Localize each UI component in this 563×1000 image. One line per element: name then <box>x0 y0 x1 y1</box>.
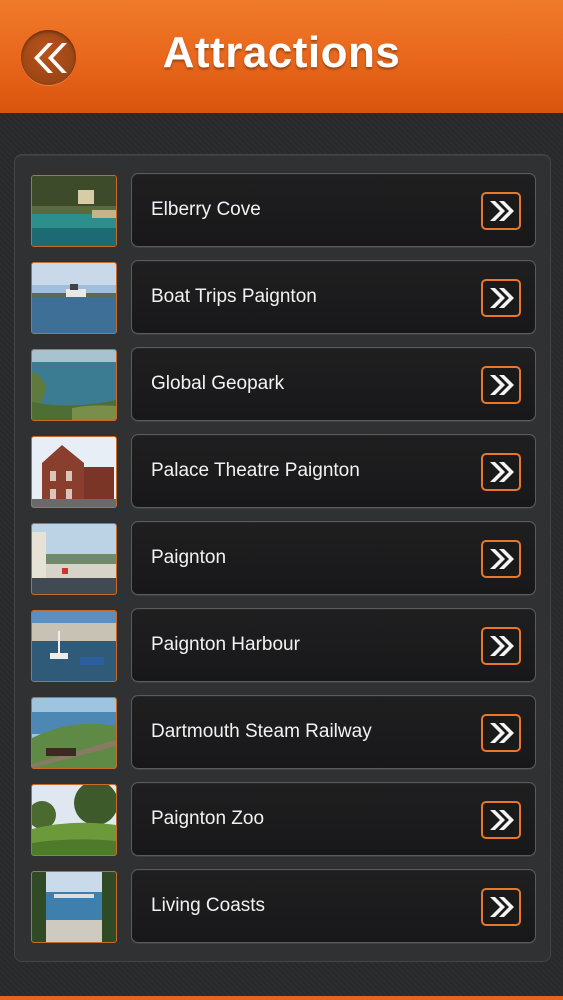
double-chevron-right-icon <box>490 375 514 395</box>
double-chevron-right-icon <box>490 810 514 830</box>
thumbnail-image <box>31 697 117 769</box>
open-button[interactable] <box>481 714 521 752</box>
list-item[interactable]: Dartmouth Steam Railway <box>31 695 536 769</box>
list-item[interactable]: Paignton Harbour <box>31 608 536 682</box>
open-button[interactable] <box>481 888 521 926</box>
attraction-button[interactable]: Paignton <box>131 521 536 595</box>
attraction-button[interactable]: Global Geopark <box>131 347 536 421</box>
open-button[interactable] <box>481 801 521 839</box>
list-item[interactable]: Elberry Cove <box>31 173 536 247</box>
attraction-label: Elberry Cove <box>151 199 261 220</box>
double-chevron-right-icon <box>490 288 514 308</box>
open-button[interactable] <box>481 366 521 404</box>
thumbnail-image <box>31 610 117 682</box>
attraction-label: Paignton Harbour <box>151 634 300 655</box>
thumbnail-image <box>31 436 117 508</box>
footer-accent-line <box>0 996 563 1000</box>
attraction-label: Living Coasts <box>151 895 266 916</box>
double-chevron-right-icon <box>490 636 514 656</box>
thumbnail-image <box>31 262 117 334</box>
attraction-label: Paignton Zoo <box>151 808 265 829</box>
attraction-button[interactable]: Living Coasts <box>131 869 536 943</box>
open-button[interactable] <box>481 192 521 230</box>
double-chevron-right-icon <box>490 897 514 917</box>
attraction-button[interactable]: Palace Theatre Paignton <box>131 434 536 508</box>
open-button[interactable] <box>481 453 521 491</box>
double-chevron-right-icon <box>490 723 514 743</box>
thumbnail-image <box>31 349 117 421</box>
thumbnail-image <box>31 175 117 247</box>
attraction-label: Global Geopark <box>151 373 285 394</box>
double-chevron-right-icon <box>490 549 514 569</box>
attraction-label: Boat Trips Paignton <box>151 286 317 307</box>
attraction-label: Palace Theatre Paignton <box>151 460 360 481</box>
attraction-button[interactable]: Paignton Harbour <box>131 608 536 682</box>
attraction-label: Dartmouth Steam Railway <box>151 721 372 742</box>
attractions-list: Elberry Cove Boat Trips Paignton Global … <box>14 154 551 962</box>
list-item[interactable]: Paignton Zoo <box>31 782 536 856</box>
thumbnail-image <box>31 784 117 856</box>
list-item[interactable]: Living Coasts <box>31 869 536 943</box>
thumbnail-image <box>31 871 117 943</box>
attraction-button[interactable]: Dartmouth Steam Railway <box>131 695 536 769</box>
list-item[interactable]: Global Geopark <box>31 347 536 421</box>
attraction-button[interactable]: Paignton Zoo <box>131 782 536 856</box>
attraction-label: Paignton <box>151 547 227 568</box>
open-button[interactable] <box>481 627 521 665</box>
page-title: Attractions <box>162 28 401 77</box>
attraction-button[interactable]: Boat Trips Paignton <box>131 260 536 334</box>
double-chevron-right-icon <box>490 462 514 482</box>
header-bar: Attractions <box>0 0 563 113</box>
list-item[interactable]: Boat Trips Paignton <box>31 260 536 334</box>
list-item[interactable]: Palace Theatre Paignton <box>31 434 536 508</box>
attraction-button[interactable]: Elberry Cove <box>131 173 536 247</box>
double-chevron-right-icon <box>490 201 514 221</box>
open-button[interactable] <box>481 279 521 317</box>
thumbnail-image <box>31 523 117 595</box>
open-button[interactable] <box>481 540 521 578</box>
list-item[interactable]: Paignton <box>31 521 536 595</box>
